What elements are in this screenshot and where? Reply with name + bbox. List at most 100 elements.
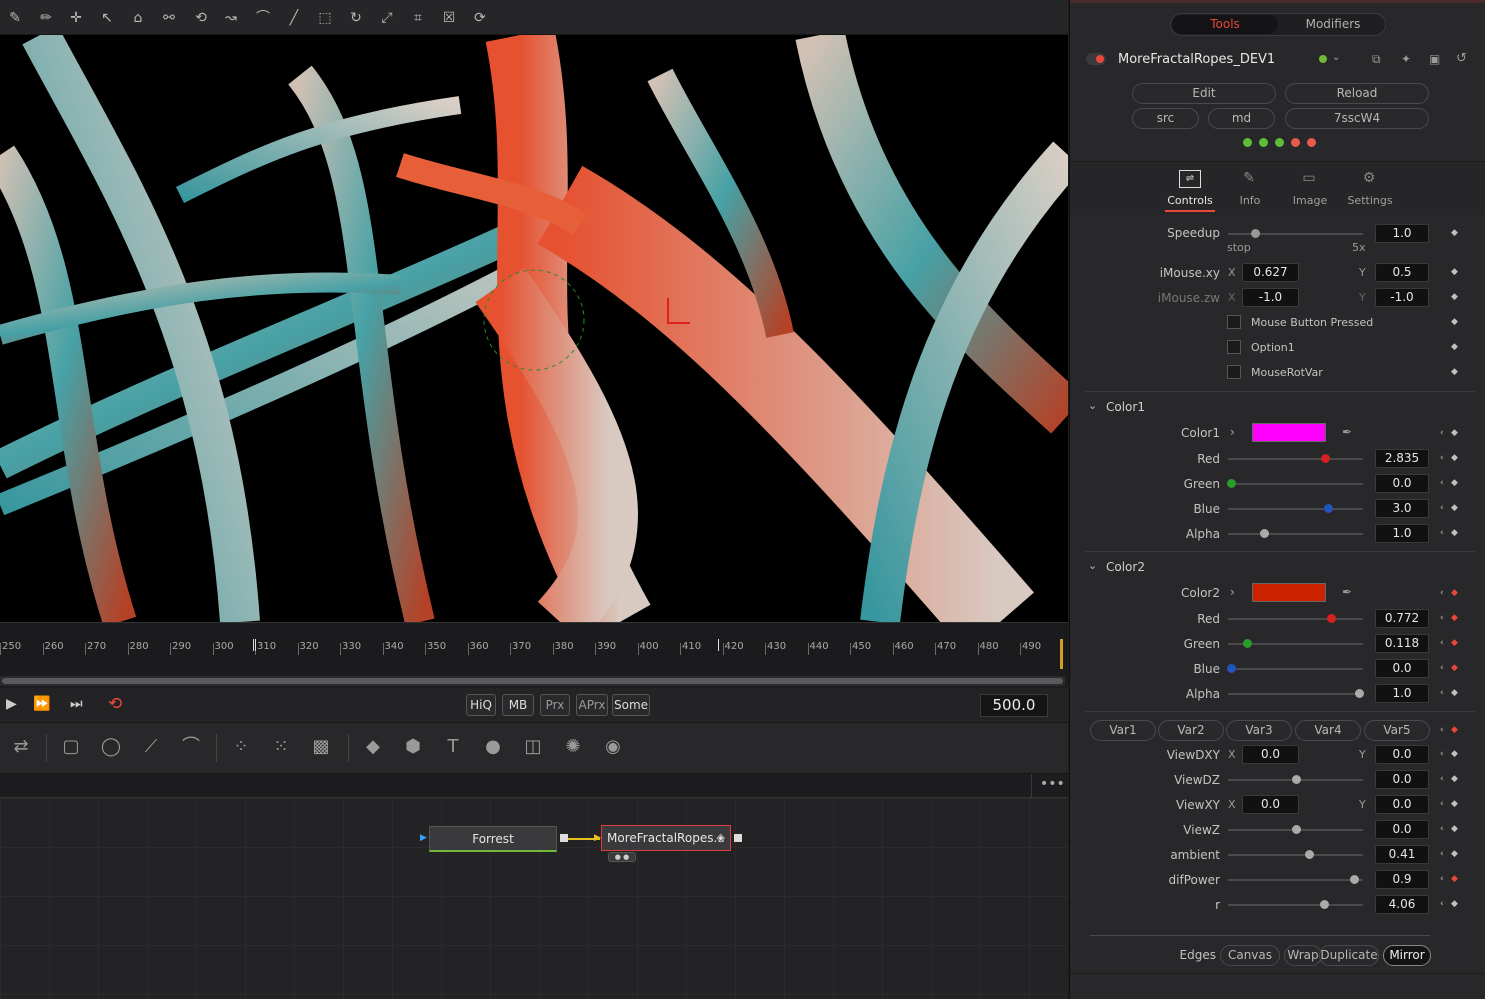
channel-slider-knob[interactable]	[1260, 529, 1270, 538]
channel-slider[interactable]	[1228, 533, 1363, 535]
keyframe-icon[interactable]: ◆	[1451, 824, 1458, 834]
viewdxy-y-field[interactable]: 0.0	[1375, 745, 1429, 764]
md-button[interactable]: md	[1208, 108, 1275, 129]
keyframe-icon-active[interactable]: ◆	[1451, 588, 1458, 598]
channel-slider[interactable]	[1228, 508, 1363, 510]
keyframe-icon[interactable]: ◆	[1451, 428, 1458, 438]
r-slider-knob[interactable]	[1319, 900, 1329, 909]
tab-tools[interactable]: Tools	[1172, 15, 1278, 34]
polygon-mask-icon[interactable]: ⟋	[138, 734, 164, 760]
difpower-slider-knob[interactable]	[1349, 875, 1359, 884]
prev-keyframe-icon[interactable]: ‹	[1440, 478, 1444, 488]
bspline-tool-icon[interactable]: ↖	[98, 9, 116, 27]
chevron-right-icon[interactable]: ›	[1230, 425, 1235, 439]
prev-keyframe-icon[interactable]: ‹	[1440, 725, 1444, 735]
channel-field[interactable]: 0.118	[1375, 634, 1429, 653]
keyframe-icon[interactable]: ◆	[1451, 228, 1458, 238]
pin-icon[interactable]: ✦	[1401, 52, 1411, 66]
channel-field[interactable]: 1.0	[1375, 684, 1429, 703]
channel-slider-knob[interactable]	[1242, 639, 1252, 648]
hash-button[interactable]: 7sscW4	[1285, 108, 1429, 129]
color1-section-title[interactable]: Color1	[1106, 400, 1145, 414]
prev-keyframe-icon[interactable]: ‹	[1440, 503, 1444, 513]
camera-3d-icon[interactable]: ◫	[520, 734, 546, 760]
var4-button[interactable]: Var4	[1295, 720, 1361, 741]
rectangle-mask-icon[interactable]: ▢	[58, 734, 84, 760]
add-point-icon[interactable]: ✛	[67, 9, 85, 27]
var3-button[interactable]: Var3	[1226, 720, 1292, 741]
color1-swatch[interactable]	[1252, 423, 1326, 442]
option1-checkbox[interactable]	[1227, 340, 1241, 354]
keyframe-icon[interactable]: ◆	[1451, 849, 1458, 859]
channel-slider-knob[interactable]	[1323, 504, 1333, 513]
more-options-icon[interactable]: •••	[1040, 776, 1065, 792]
prev-keyframe-icon[interactable]: ‹	[1440, 899, 1444, 909]
color-tag-dot[interactable]	[1319, 55, 1327, 63]
difpower-field[interactable]: 0.9	[1375, 870, 1429, 889]
keyframe-icon[interactable]: ◆	[1451, 503, 1458, 513]
eyedropper-icon[interactable]: ✒	[1342, 585, 1352, 599]
lock-icon[interactable]: ▣	[1429, 52, 1440, 66]
renderer-3d-icon[interactable]: ◉	[600, 734, 626, 760]
node-output-port[interactable]	[734, 834, 742, 842]
keyframe-icon[interactable]: ◆	[1451, 367, 1458, 377]
keyframe-icon[interactable]: ◆	[1451, 774, 1458, 784]
play-icon[interactable]: ▶	[6, 696, 17, 712]
controls-icon[interactable]: ⇌	[1179, 170, 1201, 188]
chevron-right-icon[interactable]: ›	[1230, 585, 1235, 599]
particle-emitter-icon[interactable]: ⁘	[228, 734, 254, 760]
tool-name[interactable]: MoreFractalRopes_DEV1	[1118, 52, 1275, 67]
subtab-image[interactable]: Image	[1285, 194, 1335, 207]
keyframe-icon[interactable]: ◆	[1451, 267, 1458, 277]
speedup-slider[interactable]	[1228, 233, 1363, 235]
go-to-end-icon[interactable]: ⏭	[70, 696, 83, 712]
polyline-tool-icon[interactable]: ⌂	[129, 9, 147, 27]
keyframe-icon[interactable]: ◆	[1451, 453, 1458, 463]
channel-slider-knob[interactable]	[1321, 454, 1331, 463]
light-3d-icon[interactable]: ✺	[560, 734, 586, 760]
channel-slider-knob[interactable]	[1226, 479, 1236, 488]
channel-field[interactable]: 1.0	[1375, 524, 1429, 543]
channel-slider[interactable]	[1228, 618, 1363, 620]
var2-button[interactable]: Var2	[1158, 720, 1224, 741]
close-shape-icon[interactable]: ☒	[440, 9, 458, 27]
shape-3d-icon[interactable]: ⬢	[400, 734, 426, 760]
edges-canvas-button[interactable]: Canvas	[1220, 945, 1280, 966]
edit-button[interactable]: Edit	[1132, 83, 1276, 104]
keyframe-marker[interactable]	[718, 639, 719, 651]
channel-field[interactable]: 3.0	[1375, 499, 1429, 518]
prev-keyframe-icon[interactable]: ‹	[1440, 799, 1444, 809]
image-plane-3d-icon[interactable]: ◆	[360, 734, 386, 760]
keyframe-icon-active[interactable]: ◆	[1451, 874, 1458, 884]
chevron-down-icon[interactable]: ⌄	[1088, 559, 1097, 572]
viewer-canvas[interactable]	[0, 35, 1068, 622]
prev-keyframe-icon[interactable]: ‹	[1440, 428, 1444, 438]
color2-section-title[interactable]: Color2	[1106, 560, 1145, 574]
var1-button[interactable]: Var1	[1090, 720, 1156, 741]
var5-button[interactable]: Var5	[1364, 720, 1430, 741]
color2-swatch[interactable]	[1252, 583, 1326, 602]
channel-slider[interactable]	[1228, 668, 1363, 670]
ambient-field[interactable]: 0.41	[1375, 845, 1429, 864]
image-icon[interactable]: ▭	[1298, 170, 1320, 188]
reset-tool-icon[interactable]: ⟳	[471, 9, 489, 27]
subtab-controls[interactable]: Controls	[1165, 194, 1215, 207]
tab-modifiers[interactable]: Modifiers	[1281, 15, 1385, 34]
keyframe-icon[interactable]: ◆	[1451, 688, 1458, 698]
viewz-field[interactable]: 0.0	[1375, 820, 1429, 839]
keyframe-icon[interactable]: ◆	[1451, 317, 1458, 327]
node-mask-input[interactable]: ● ●	[608, 852, 636, 862]
prx-button[interactable]: Prx	[540, 694, 570, 716]
node-morefractalropes[interactable]: MoreFractalRopes... ◈	[601, 825, 731, 851]
freehand-tool-icon[interactable]: ↝	[222, 9, 240, 27]
merge-3d-icon[interactable]: ●	[480, 734, 506, 760]
keyframe-icon[interactable]: ◆	[1451, 899, 1458, 909]
edges-mirror-button[interactable]: Mirror	[1383, 945, 1431, 966]
viewxy-x-field[interactable]: 0.0	[1242, 795, 1299, 814]
prev-keyframe-icon[interactable]: ‹	[1440, 874, 1444, 884]
mb-button[interactable]: MB	[502, 694, 534, 716]
speedup-field[interactable]: 1.0	[1375, 224, 1429, 243]
rect-select-icon[interactable]: ⬚	[316, 9, 334, 27]
ambient-slider-knob[interactable]	[1305, 850, 1314, 859]
node-output-port[interactable]	[560, 834, 568, 842]
